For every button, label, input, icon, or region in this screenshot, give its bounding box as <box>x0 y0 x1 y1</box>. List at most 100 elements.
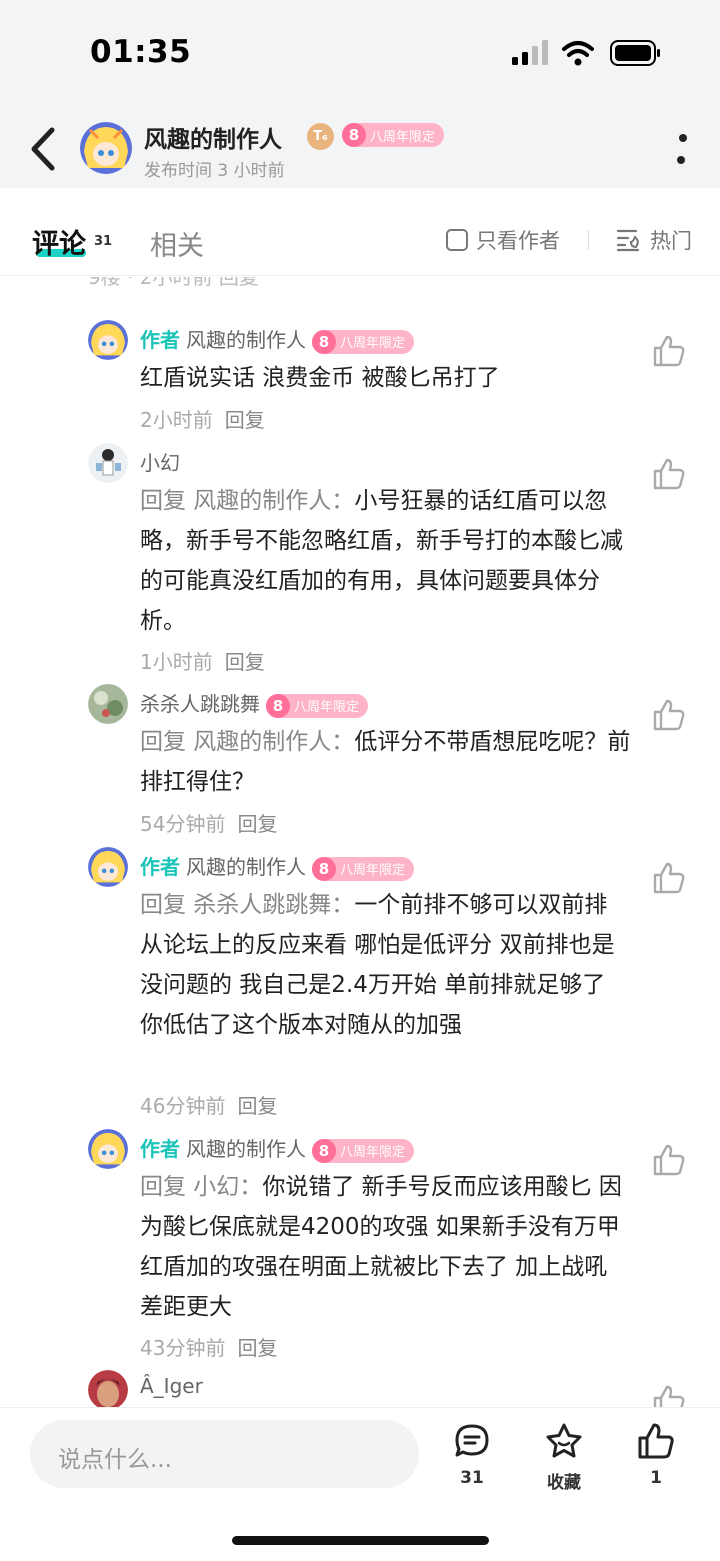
author-only-label: 只看作者 <box>476 229 560 253</box>
author-name[interactable]: 风趣的制作人 <box>144 120 282 154</box>
reply-button[interactable]: 回复 <box>237 1336 277 1360</box>
favorite-button[interactable]: 收藏 <box>534 1422 594 1493</box>
tab-related[interactable]: 相关 <box>150 224 204 263</box>
post-time: 发布时间 3 小时前 <box>144 161 285 181</box>
comment-item: 作者 风趣的制作人 8 八周年限定 回复 杀杀人跳跳舞：一个前排不够可以双前排 从论坛… <box>0 847 720 1121</box>
comment-item: 作者 风趣的制作人 8 八周年限定 回复 小幻：你说错了 新手号反而应该用酸匕 因为酸… <box>0 1129 720 1363</box>
thumbs-up-icon <box>638 1423 674 1459</box>
comment-header: 小幻 <box>140 447 180 476</box>
comment-tabs: 评论 31 相关 只看作者 热门 <box>0 188 720 276</box>
comment-header: Â_Iger <box>140 1374 203 1398</box>
like-post-button[interactable]: 1 <box>626 1422 686 1488</box>
comment-header: 作者 风趣的制作人 8 八周年限定 <box>140 851 415 881</box>
anniversary-badge: 8 八周年限定 <box>266 693 369 718</box>
divider <box>588 230 589 250</box>
comment-item: 杀杀人跳跳舞 8 八周年限定 回复 风趣的制作人：低评分不带盾想屁吃呢？前排扛得住？… <box>0 684 720 839</box>
comment-time: 46分钟前 <box>140 1094 226 1118</box>
favorite-label: 收藏 <box>547 1473 581 1493</box>
comment-input[interactable]: 说点什么... <box>30 1420 419 1488</box>
commenter-avatar[interactable] <box>88 320 128 360</box>
anniversary-badge: 8 八周年限定 <box>342 123 445 147</box>
like-icon[interactable] <box>652 457 686 491</box>
commenter-name[interactable]: 杀杀人跳跳舞 <box>140 692 260 716</box>
comment-text: 回复 风趣的制作人：低评分不带盾想屁吃呢？前排扛得住？ <box>140 729 631 795</box>
home-indicator[interactable] <box>232 1536 489 1545</box>
comment-item: 作者 风趣的制作人 8 八周年限定 红盾说实话 浪费金币 被酸匕吊打了 2小时前 回复 <box>0 320 720 432</box>
like-icon[interactable] <box>652 1384 686 1407</box>
comment-text: 红盾说实话 浪费金币 被酸匕吊打了 <box>140 365 500 391</box>
reply-button[interactable]: 回复 <box>237 812 277 836</box>
reply-button[interactable]: 回复 <box>237 1094 277 1118</box>
comments-count: 31 <box>460 1468 484 1488</box>
commenter-avatar[interactable] <box>88 1129 128 1169</box>
commenter-name[interactable]: 风趣的制作人 <box>186 855 306 879</box>
more-options-icon[interactable] <box>676 132 690 168</box>
reply-button[interactable]: 回复 <box>225 650 265 674</box>
comment-time: 2小时前 <box>140 408 213 432</box>
comment-header: 杀杀人跳跳舞 8 八周年限定 <box>140 688 369 718</box>
comments-button[interactable]: 31 <box>442 1422 502 1488</box>
commenter-avatar[interactable] <box>88 443 128 483</box>
comment-bubble-icon <box>455 1424 489 1457</box>
commenter-name[interactable]: 风趣的制作人 <box>186 328 306 352</box>
comment-header: 作者 风趣的制作人 8 八周年限定 <box>140 1133 415 1163</box>
reply-prefix[interactable]: 回复 杀杀人跳跳舞： <box>140 892 354 918</box>
anniversary-badge: 8 八周年限定 <box>312 329 415 354</box>
author-avatar[interactable] <box>80 122 132 174</box>
author-tag: 作者 <box>140 328 180 352</box>
status-icons <box>512 40 660 66</box>
level-badge: T₆ <box>307 123 334 150</box>
checkbox-icon[interactable] <box>446 229 468 251</box>
wifi-icon <box>562 41 594 66</box>
partial-comment-meta: 9楼 · 2小时前 回复 <box>88 277 259 289</box>
author-only-toggle[interactable]: 只看作者 <box>446 226 560 254</box>
comment-meta: 2小时前 回复 <box>140 404 265 433</box>
status-time: 01:35 <box>90 34 192 70</box>
commenter-avatar[interactable] <box>88 847 128 887</box>
comment-input-placeholder: 说点什么... <box>58 1447 172 1473</box>
commenter-avatar[interactable] <box>88 1370 128 1407</box>
sort-label: 热门 <box>650 229 692 253</box>
comment-meta: 1小时前 回复 <box>140 646 265 675</box>
author-tag: 作者 <box>140 855 180 879</box>
commenter-name[interactable]: 风趣的制作人 <box>186 1137 306 1161</box>
comment-text: 回复 小幻：你说错了 新手号反而应该用酸匕 因为酸匕保底就是4200的攻强 如果… <box>140 1174 622 1320</box>
commenter-avatar[interactable] <box>88 684 128 724</box>
comment-time: 1小时前 <box>140 650 213 674</box>
commenter-name[interactable]: Â_Iger <box>140 1374 203 1398</box>
like-count: 1 <box>650 1468 662 1488</box>
like-icon[interactable] <box>652 1143 686 1177</box>
comment-meta: 54分钟前 回复 <box>140 808 277 837</box>
anniversary-badge: 8 八周年限定 <box>312 1138 415 1163</box>
anniversary-badge: 8 八周年限定 <box>312 856 415 881</box>
reply-prefix[interactable]: 回复 风趣的制作人： <box>140 488 354 514</box>
reply-prefix[interactable]: 回复 风趣的制作人： <box>140 729 354 755</box>
tab-comments[interactable]: 评论 <box>32 222 86 261</box>
signal-icon <box>512 40 548 65</box>
post-header: 风趣的制作人 T₆ 8 八周年限定 发布时间 3 小时前 <box>0 110 720 188</box>
comment-meta: 43分钟前 回复 <box>140 1332 277 1361</box>
like-icon[interactable] <box>652 334 686 368</box>
comment-text: 回复 风趣的制作人：小号狂暴的话红盾可以忽略，新手号不能忽略红盾，新手号打的本酸… <box>140 488 623 634</box>
sort-hot-button[interactable]: 热门 <box>616 225 692 255</box>
comment-time: 54分钟前 <box>140 812 226 836</box>
battery-icon <box>610 40 660 66</box>
comment-item: Â_Iger <box>0 1370 720 1407</box>
commenter-name[interactable]: 小幻 <box>140 451 180 475</box>
comment-item: 小幻 回复 风趣的制作人：小号狂暴的话红盾可以忽略，新手号不能忽略红盾，新手号打… <box>0 443 720 677</box>
reply-prefix[interactable]: 回复 小幻： <box>140 1174 262 1200</box>
top-area: 01:35 风趣的制作人 T₆ 8 八周年限定 发布时间 3 小时前 <box>0 0 720 188</box>
back-icon[interactable] <box>22 122 66 176</box>
tab-comments-count: 31 <box>94 234 113 249</box>
comment-text: 回复 杀杀人跳跳舞：一个前排不够可以双前排 从论坛上的反应来看 哪怕是低评分 双… <box>140 892 615 1038</box>
comment-header: 作者 风趣的制作人 8 八周年限定 <box>140 324 415 354</box>
star-icon <box>546 1423 582 1458</box>
like-icon[interactable] <box>652 861 686 895</box>
comment-time: 43分钟前 <box>140 1336 226 1360</box>
sort-icon <box>616 229 640 252</box>
comment-feed: 9楼 · 2小时前 回复 作者 风趣的制作人 8 八周年限定 红盾说实话 浪费金币 被… <box>0 277 720 1407</box>
author-tag: 作者 <box>140 1137 180 1161</box>
like-icon[interactable] <box>652 698 686 732</box>
comment-meta: 46分钟前 回复 <box>140 1090 277 1119</box>
reply-button[interactable]: 回复 <box>225 408 265 432</box>
